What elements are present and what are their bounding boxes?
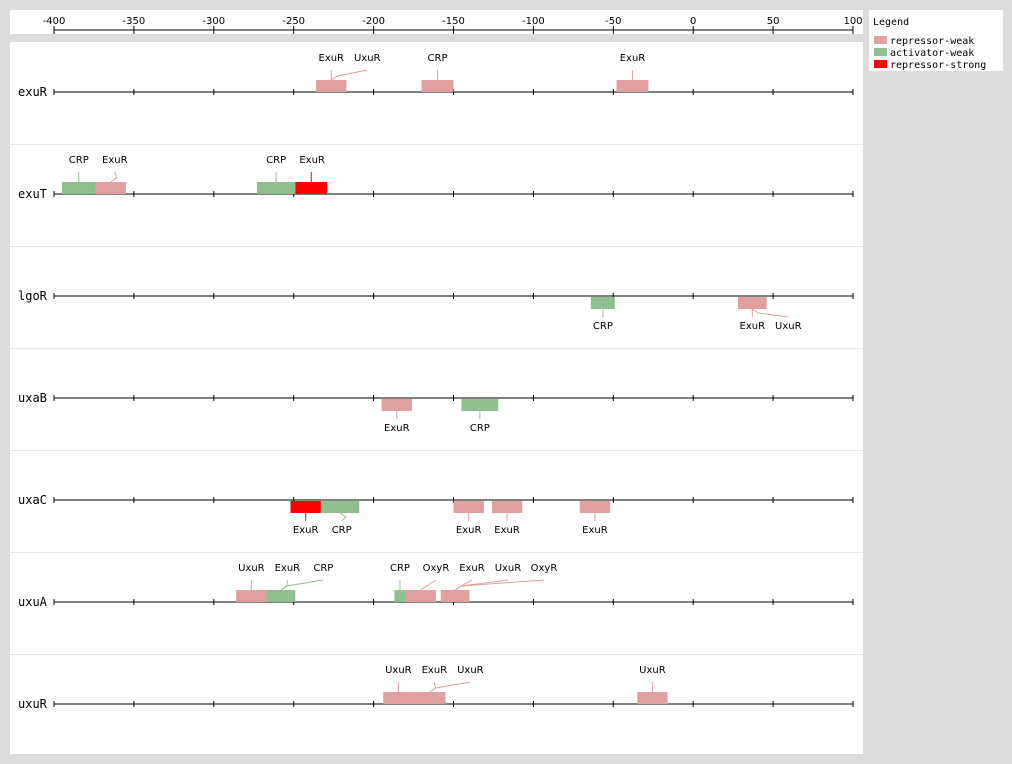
binding-site[interactable] [320,501,360,513]
binding-site[interactable] [421,80,454,92]
site-label: ExuR [456,525,482,536]
binding-site[interactable] [616,80,649,92]
gene-name: uxuA [18,595,48,609]
site-label: CRP [428,53,448,64]
site-label: ExuR [494,525,520,536]
gene-name: uxaC [18,493,47,507]
legend-label-repressor-strong: repressor-strong [890,60,986,71]
site-label: CRP [470,423,490,434]
legend-swatch-repressor-strong [874,60,887,68]
binding-site[interactable] [266,590,296,602]
site-label: ExuR [422,665,448,676]
promoter-diagram: -400 -350 -300 -250 -200 -150 -100 -50 0 50 100 ex… [10,10,1003,754]
site-label: CRP [332,525,352,536]
legend-swatch-activator-weak [874,48,887,56]
site-label: ExuR [275,563,301,574]
site-label: ExuR [459,563,485,574]
binding-site[interactable] [453,501,484,513]
site-label: UxuR [495,563,522,574]
site-label: CRP [313,563,333,574]
site-label: CRP [69,155,89,166]
binding-site[interactable] [737,297,767,309]
site-label: ExuR [293,525,319,536]
axis-tick-label: 100 [843,16,862,27]
legend: Legend repressor-weak activator-weak rep… [869,10,1003,71]
site-label: CRP [266,155,286,166]
binding-site[interactable] [95,182,126,194]
site-label: ExuR [582,525,608,536]
site-label: ExuR [102,155,128,166]
binding-site[interactable] [236,590,267,602]
site-label: CRP [390,563,410,574]
gene-name: exuT [18,187,47,201]
site-label: ExuR [740,321,766,332]
gene-name: lgoR [18,289,48,303]
binding-site[interactable] [440,590,470,602]
site-label: ExuR [299,155,325,166]
axis-tick-label: 50 [767,16,780,27]
binding-site[interactable] [491,501,523,513]
binding-site[interactable] [413,692,446,704]
site-label: ExuR [620,53,646,64]
binding-site[interactable] [290,501,321,513]
site-label: UxuR [775,321,802,332]
site-label: ExuR [318,53,344,64]
binding-site[interactable] [61,182,96,194]
binding-site[interactable] [637,692,668,704]
site-label: OxyR [423,563,450,574]
binding-site[interactable] [405,590,436,602]
axis-tick-label: 0 [690,16,696,27]
binding-site[interactable] [381,399,412,411]
site-label: CRP [593,321,613,332]
axis-tick-label: -100 [522,16,545,27]
site-label: UxuR [639,665,666,676]
site-label: OxyR [531,563,558,574]
site-label: UxuR [354,53,381,64]
axis-tick-label: -50 [605,16,621,27]
axis-tick-label: -300 [202,16,225,27]
gene-name: exuR [18,85,48,99]
site-label: UxuR [238,563,265,574]
binding-site[interactable] [383,692,414,704]
binding-site[interactable] [579,501,611,513]
gene-name: uxuR [18,697,48,711]
legend-swatch-repressor-weak [874,36,887,44]
binding-site[interactable] [394,590,406,602]
site-label: UxuR [385,665,412,676]
axis-tick-label: -400 [43,16,66,27]
legend-title: Legend [873,17,909,28]
axis-tick-label: -350 [123,16,146,27]
binding-site[interactable] [256,182,296,194]
site-label: UxuR [457,665,484,676]
binding-site[interactable] [295,182,328,194]
legend-label-activator-weak: activator-weak [890,48,974,59]
binding-site[interactable] [461,399,499,411]
legend-label-repressor-weak: repressor-weak [890,36,974,47]
axis-tick-label: -250 [282,16,305,27]
gene-name: uxaB [18,391,47,405]
axis-tick-label: -200 [362,16,385,27]
axis-tick-label: -150 [442,16,465,27]
binding-site[interactable] [590,297,615,309]
binding-site[interactable] [316,80,347,92]
site-label: ExuR [384,423,410,434]
